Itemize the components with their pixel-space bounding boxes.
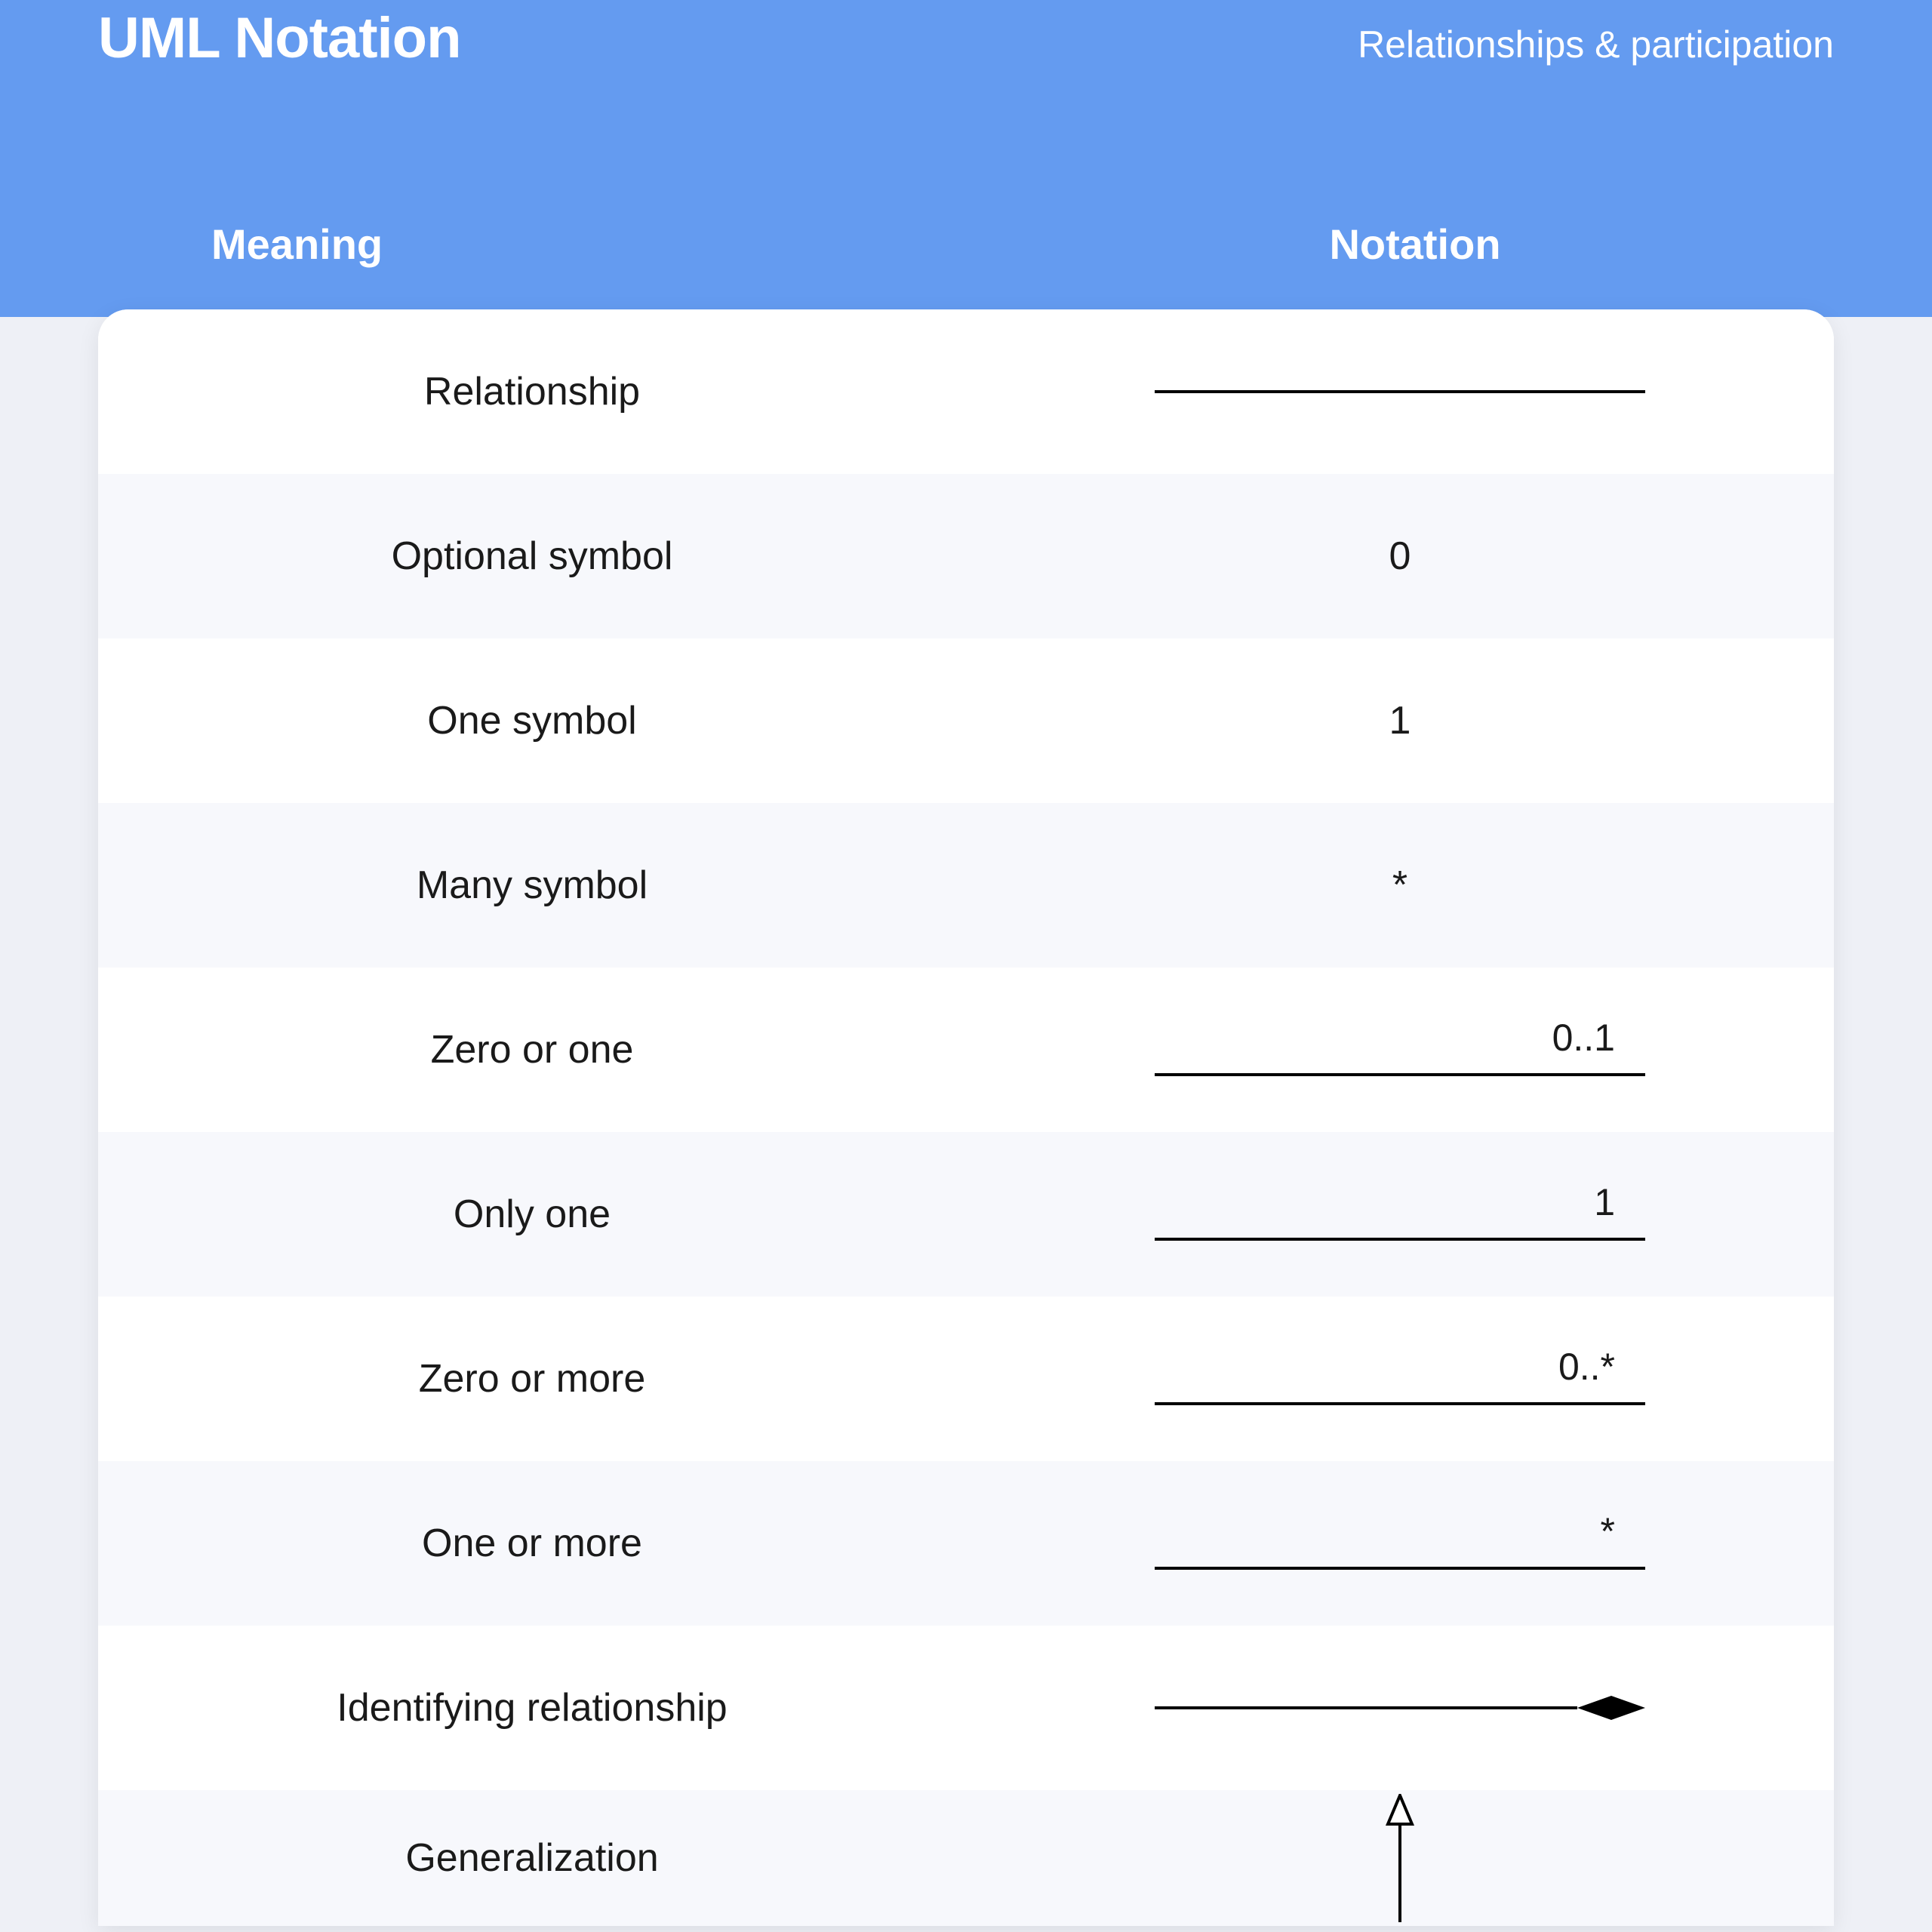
- table-row: One or more *: [98, 1461, 1834, 1626]
- notation-text: 0: [1389, 534, 1411, 579]
- diamond-line-icon: [1155, 1685, 1645, 1730]
- page-title: UML Notation: [98, 2, 461, 76]
- labeled-line-icon: *: [1155, 1509, 1645, 1577]
- meaning-label: Relationship: [98, 369, 966, 414]
- line-icon: [1155, 1238, 1645, 1241]
- notation-cell: 1: [966, 1180, 1834, 1248]
- multiplicity-label: 0..*: [1558, 1345, 1615, 1389]
- meaning-label: One or more: [98, 1521, 966, 1566]
- line-icon: [1155, 1567, 1645, 1570]
- column-header-notation: Notation: [966, 220, 1834, 269]
- meaning-label: Identifying relationship: [98, 1685, 966, 1730]
- notation-cell: 0: [966, 534, 1834, 579]
- notation-cell: [966, 384, 1834, 399]
- meaning-label: Generalization: [98, 1835, 966, 1881]
- line-icon: [1155, 1402, 1645, 1405]
- table-row: Zero or more 0..*: [98, 1297, 1834, 1461]
- meaning-label: Zero or more: [98, 1356, 966, 1401]
- notation-text: 1: [1389, 698, 1411, 743]
- notation-cell: [966, 1685, 1834, 1730]
- multiplicity-label: *: [1601, 1509, 1615, 1553]
- table-row: Many symbol *: [98, 803, 1834, 968]
- arrow-up-icon: [1377, 1794, 1423, 1922]
- line-icon: [1155, 384, 1645, 399]
- multiplicity-label: 1: [1594, 1180, 1615, 1224]
- header-top: UML Notation Relationships & participati…: [98, 0, 1834, 76]
- table-row: Optional symbol 0: [98, 474, 1834, 638]
- column-headers: Meaning Notation: [98, 220, 1834, 269]
- notation-cell: [966, 1794, 1834, 1922]
- table-row: One symbol 1: [98, 638, 1834, 803]
- meaning-label: Optional symbol: [98, 534, 966, 579]
- labeled-line-icon: 0..1: [1155, 1016, 1645, 1084]
- notation-cell: *: [966, 863, 1834, 908]
- notation-cell: *: [966, 1509, 1834, 1577]
- notation-cell: 0..1: [966, 1016, 1834, 1084]
- labeled-line-icon: 0..*: [1155, 1345, 1645, 1413]
- line-icon: [1155, 1073, 1645, 1076]
- column-header-meaning: Meaning: [98, 220, 966, 269]
- page-subtitle: Relationships & participation: [1358, 0, 1834, 66]
- notation-card: Relationship Optional symbol 0 One symbo…: [98, 309, 1834, 1926]
- notation-cell: 0..*: [966, 1345, 1834, 1413]
- meaning-label: Many symbol: [98, 863, 966, 908]
- notation-cell: 1: [966, 698, 1834, 743]
- table-row: Only one 1: [98, 1132, 1834, 1297]
- notation-text: *: [1392, 863, 1407, 908]
- multiplicity-label: 0..1: [1552, 1016, 1615, 1060]
- table-row: Generalization: [98, 1790, 1834, 1926]
- labeled-line-icon: 1: [1155, 1180, 1645, 1248]
- meaning-label: Zero or one: [98, 1027, 966, 1072]
- meaning-label: Only one: [98, 1192, 966, 1237]
- table-row: Identifying relationship: [98, 1626, 1834, 1790]
- header: UML Notation Relationships & participati…: [0, 0, 1932, 317]
- table-row: Relationship: [98, 309, 1834, 474]
- meaning-label: One symbol: [98, 698, 966, 743]
- table-row: Zero or one 0..1: [98, 968, 1834, 1132]
